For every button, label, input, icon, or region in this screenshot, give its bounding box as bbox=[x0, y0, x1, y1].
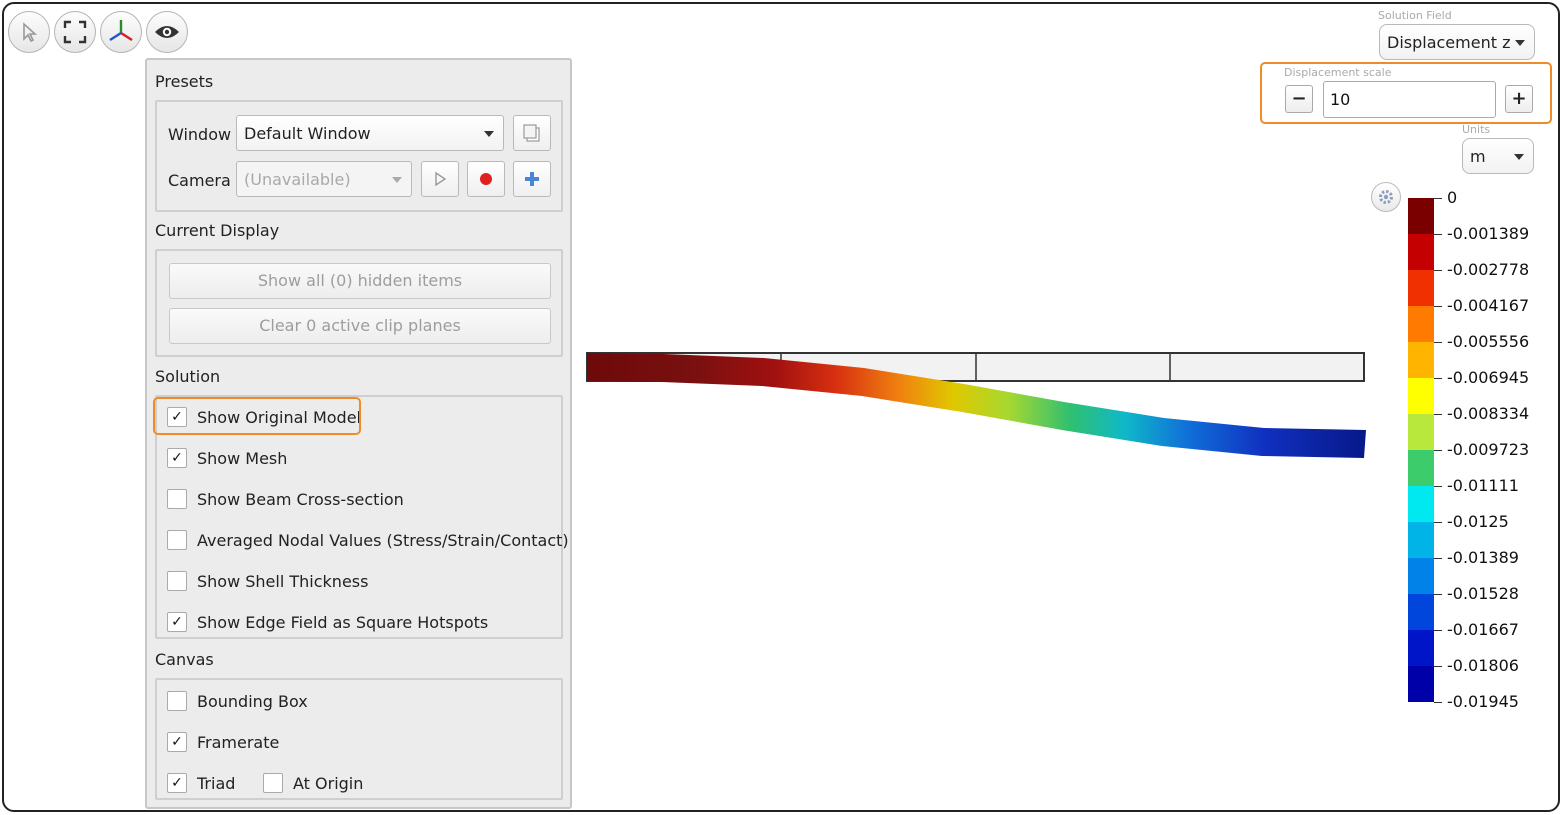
legend-swatch bbox=[1408, 378, 1434, 414]
solution-field-value: Displacement z bbox=[1387, 33, 1511, 52]
legend-swatch bbox=[1408, 414, 1434, 450]
legend-swatch bbox=[1408, 450, 1434, 486]
model-viewport[interactable] bbox=[4, 4, 1560, 812]
legend-tick bbox=[1434, 630, 1442, 631]
units-label: Units bbox=[1462, 123, 1491, 136]
legend-swatch bbox=[1408, 342, 1434, 378]
legend-tick-label: -0.01806 bbox=[1447, 656, 1519, 675]
increase-scale-button[interactable]: + bbox=[1505, 85, 1533, 113]
legend-tick bbox=[1434, 414, 1442, 415]
app-window: Presets Window Default Window Camera (Un… bbox=[2, 2, 1560, 812]
solution-field-select[interactable]: Displacement z bbox=[1379, 24, 1535, 60]
legend-swatch bbox=[1408, 306, 1434, 342]
legend-tick bbox=[1434, 702, 1442, 703]
legend-tick-label: 0 bbox=[1447, 188, 1458, 207]
legend-tick bbox=[1434, 558, 1442, 559]
legend-tick-label: -0.01667 bbox=[1447, 620, 1519, 639]
legend-tick bbox=[1434, 522, 1442, 523]
legend-swatch bbox=[1408, 486, 1434, 522]
chevron-down-icon bbox=[1515, 40, 1525, 46]
legend-tick-label: -0.005556 bbox=[1447, 332, 1530, 351]
legend-tick-label: -0.004167 bbox=[1447, 296, 1530, 315]
legend-tick-label: -0.0125 bbox=[1447, 512, 1509, 531]
legend-tick bbox=[1434, 378, 1442, 379]
units-select[interactable]: m bbox=[1462, 138, 1534, 174]
legend-swatch bbox=[1408, 666, 1434, 702]
legend-tick bbox=[1434, 234, 1442, 235]
legend-swatch bbox=[1408, 630, 1434, 666]
legend-tick-label: -0.01111 bbox=[1447, 476, 1519, 495]
legend-swatch bbox=[1408, 558, 1434, 594]
legend-tick bbox=[1434, 450, 1442, 451]
legend-swatch bbox=[1408, 198, 1434, 234]
legend-tick-label: -0.01389 bbox=[1447, 548, 1519, 567]
legend-tick bbox=[1434, 306, 1442, 307]
legend-settings-button[interactable] bbox=[1371, 182, 1401, 212]
legend-swatch bbox=[1408, 234, 1434, 270]
legend-tick-label: -0.01528 bbox=[1447, 584, 1519, 603]
chevron-down-icon bbox=[1514, 154, 1524, 160]
displacement-scale-label: Displacement scale bbox=[1284, 66, 1392, 79]
legend-tick bbox=[1434, 342, 1442, 343]
legend-tick bbox=[1434, 198, 1442, 199]
legend-tick bbox=[1434, 270, 1442, 271]
legend-tick bbox=[1434, 486, 1442, 487]
legend-swatch bbox=[1408, 270, 1434, 306]
legend-tick bbox=[1434, 594, 1442, 595]
legend-tick-label: -0.009723 bbox=[1447, 440, 1530, 459]
legend-tick bbox=[1434, 666, 1442, 667]
decrease-scale-button[interactable]: − bbox=[1285, 85, 1313, 113]
solution-field-label: Solution Field bbox=[1378, 9, 1452, 22]
displacement-scale-input[interactable] bbox=[1323, 81, 1496, 118]
gear-icon bbox=[1379, 190, 1393, 204]
legend-tick-label: -0.001389 bbox=[1447, 224, 1530, 243]
legend-swatch bbox=[1408, 594, 1434, 630]
legend-tick-label: -0.002778 bbox=[1447, 260, 1530, 279]
legend-tick-label: -0.01945 bbox=[1447, 692, 1519, 711]
legend-tick-label: -0.006945 bbox=[1447, 368, 1530, 387]
legend-tick-label: -0.008334 bbox=[1447, 404, 1530, 423]
legend-swatch bbox=[1408, 522, 1434, 558]
units-value: m bbox=[1470, 147, 1486, 166]
